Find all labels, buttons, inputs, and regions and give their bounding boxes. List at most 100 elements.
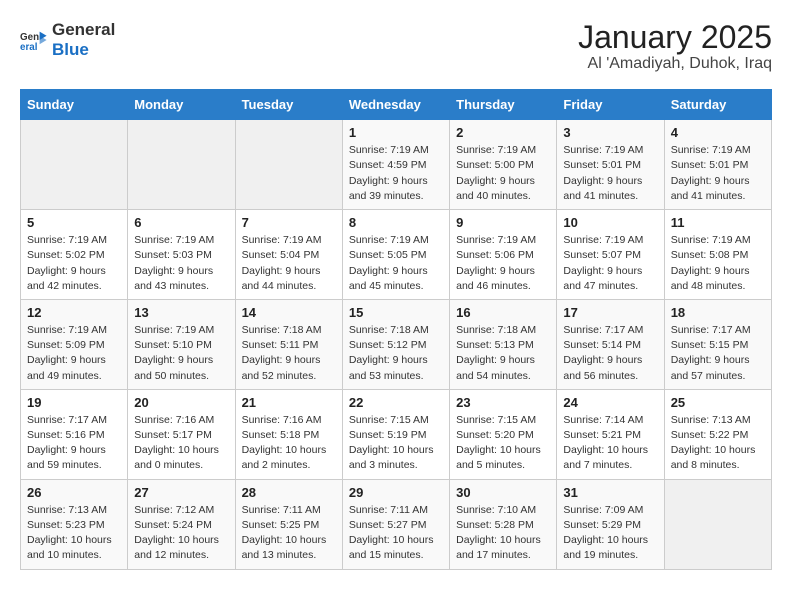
calendar-cell: 25Sunrise: 7:13 AM Sunset: 5:22 PM Dayli…	[664, 389, 771, 479]
logo-line1: General	[52, 20, 115, 40]
logo: Gen eral General Blue	[20, 20, 115, 59]
day-number: 10	[563, 215, 657, 230]
calendar-cell: 10 Sunrise: 7:19 AM Sunset: 5:07 PM Dayli…	[557, 210, 664, 300]
calendar-cell: 20 Sunrise: 7:16 AM Sunset: 5:17 PM Dayli…	[128, 389, 235, 479]
day-info: Sunrise: 7:17 AM Sunset: 5:14 PM Dayligh…	[563, 323, 657, 384]
day-number: 9	[456, 215, 550, 230]
day-number: 20	[134, 395, 228, 410]
day-info: Sunrise: 7:19 AM Sunset: 5:03 PM Dayligh…	[134, 233, 228, 294]
day-number: 24	[563, 395, 657, 410]
day-number: 1	[349, 125, 443, 140]
day-info: Sunrise: 7:19 AM Sunset: 5:01 PM Dayligh…	[563, 143, 657, 204]
calendar-cell: 21 Sunrise: 7:16 AM Sunset: 5:18 PM Dayli…	[235, 389, 342, 479]
day-info: Sunrise: 7:13 AM Sunset: 5:23 PM Dayligh…	[27, 503, 121, 564]
calendar-cell: 12 Sunrise: 7:19 AM Sunset: 5:09 PM Dayli…	[21, 299, 128, 389]
day-info: Sunrise: 7:19 AM Sunset: 5:00 PM Dayligh…	[456, 143, 550, 204]
day-info: Sunrise: 7:19 AM Sunset: 5:08 PM Dayligh…	[671, 233, 765, 294]
column-header-sunday: Sunday	[21, 90, 128, 120]
calendar-cell: 13Sunrise: 7:19 AM Sunset: 5:10 PM Dayli…	[128, 299, 235, 389]
calendar-cell: 5Sunrise: 7:19 AM Sunset: 5:02 PM Daylig…	[21, 210, 128, 300]
day-info: Sunrise: 7:19 AM Sunset: 5:05 PM Dayligh…	[349, 233, 443, 294]
calendar-table: SundayMondayTuesdayWednesdayThursdayFrid…	[20, 89, 772, 569]
day-number: 8	[349, 215, 443, 230]
calendar-cell: 3Sunrise: 7:19 AM Sunset: 5:01 PM Daylig…	[557, 120, 664, 210]
svg-text:eral: eral	[20, 41, 38, 52]
day-number: 17	[563, 305, 657, 320]
day-number: 18	[671, 305, 765, 320]
calendar-cell: 22 Sunrise: 7:15 AM Sunset: 5:19 PM Dayli…	[342, 389, 449, 479]
logo-line2: Blue	[52, 40, 115, 60]
calendar-cell: 24 Sunrise: 7:14 AM Sunset: 5:21 PM Dayli…	[557, 389, 664, 479]
day-info: Sunrise: 7:14 AM Sunset: 5:21 PM Dayligh…	[563, 413, 657, 474]
day-number: 19	[27, 395, 121, 410]
calendar-cell: 23Sunrise: 7:15 AM Sunset: 5:20 PM Dayli…	[450, 389, 557, 479]
day-info: Sunrise: 7:19 AM Sunset: 5:07 PM Dayligh…	[563, 233, 657, 294]
day-info: Sunrise: 7:19 AM Sunset: 5:01 PM Dayligh…	[671, 143, 765, 204]
day-number: 29	[349, 485, 443, 500]
day-info: Sunrise: 7:18 AM Sunset: 5:13 PM Dayligh…	[456, 323, 550, 384]
calendar-cell: 27Sunrise: 7:12 AM Sunset: 5:24 PM Dayli…	[128, 479, 235, 569]
calendar-cell: 19 Sunrise: 7:17 AM Sunset: 5:16 PM Dayli…	[21, 389, 128, 479]
calendar-cell: 14 Sunrise: 7:18 AM Sunset: 5:11 PM Dayli…	[235, 299, 342, 389]
calendar-cell: 17 Sunrise: 7:17 AM Sunset: 5:14 PM Dayli…	[557, 299, 664, 389]
day-info: Sunrise: 7:18 AM Sunset: 5:12 PM Dayligh…	[349, 323, 443, 384]
calendar-cell: 16 Sunrise: 7:18 AM Sunset: 5:13 PM Dayli…	[450, 299, 557, 389]
day-number: 21	[242, 395, 336, 410]
calendar-cell: 28Sunrise: 7:11 AM Sunset: 5:25 PM Dayli…	[235, 479, 342, 569]
day-info: Sunrise: 7:18 AM Sunset: 5:11 PM Dayligh…	[242, 323, 336, 384]
day-number: 30	[456, 485, 550, 500]
calendar-cell: 26Sunrise: 7:13 AM Sunset: 5:23 PM Dayli…	[21, 479, 128, 569]
week-row-3: 12 Sunrise: 7:19 AM Sunset: 5:09 PM Dayli…	[21, 299, 772, 389]
day-info: Sunrise: 7:12 AM Sunset: 5:24 PM Dayligh…	[134, 503, 228, 564]
day-info: Sunrise: 7:19 AM Sunset: 4:59 PM Dayligh…	[349, 143, 443, 204]
title-block: January 2025 Al 'Amadiyah, Duhok, Iraq	[578, 20, 772, 73]
day-number: 4	[671, 125, 765, 140]
page-header: Gen eral General Blue January 2025 Al 'A…	[20, 20, 772, 73]
day-number: 5	[27, 215, 121, 230]
day-info: Sunrise: 7:10 AM Sunset: 5:28 PM Dayligh…	[456, 503, 550, 564]
day-info: Sunrise: 7:19 AM Sunset: 5:09 PM Dayligh…	[27, 323, 121, 384]
week-row-2: 5Sunrise: 7:19 AM Sunset: 5:02 PM Daylig…	[21, 210, 772, 300]
day-number: 25	[671, 395, 765, 410]
day-info: Sunrise: 7:09 AM Sunset: 5:29 PM Dayligh…	[563, 503, 657, 564]
calendar-cell	[664, 479, 771, 569]
calendar-cell: 15Sunrise: 7:18 AM Sunset: 5:12 PM Dayli…	[342, 299, 449, 389]
column-header-saturday: Saturday	[664, 90, 771, 120]
column-header-friday: Friday	[557, 90, 664, 120]
day-info: Sunrise: 7:17 AM Sunset: 5:15 PM Dayligh…	[671, 323, 765, 384]
day-info: Sunrise: 7:11 AM Sunset: 5:25 PM Dayligh…	[242, 503, 336, 564]
week-row-4: 19 Sunrise: 7:17 AM Sunset: 5:16 PM Dayli…	[21, 389, 772, 479]
calendar-cell: 11Sunrise: 7:19 AM Sunset: 5:08 PM Dayli…	[664, 210, 771, 300]
calendar-cell: 9 Sunrise: 7:19 AM Sunset: 5:06 PM Daylig…	[450, 210, 557, 300]
day-number: 12	[27, 305, 121, 320]
day-info: Sunrise: 7:19 AM Sunset: 5:04 PM Dayligh…	[242, 233, 336, 294]
day-number: 22	[349, 395, 443, 410]
day-number: 7	[242, 215, 336, 230]
calendar-cell	[21, 120, 128, 210]
logo-icon: Gen eral	[20, 26, 48, 54]
calendar-cell: 31 Sunrise: 7:09 AM Sunset: 5:29 PM Dayli…	[557, 479, 664, 569]
week-row-5: 26Sunrise: 7:13 AM Sunset: 5:23 PM Dayli…	[21, 479, 772, 569]
calendar-header-row: SundayMondayTuesdayWednesdayThursdayFrid…	[21, 90, 772, 120]
calendar-cell: 6Sunrise: 7:19 AM Sunset: 5:03 PM Daylig…	[128, 210, 235, 300]
day-info: Sunrise: 7:15 AM Sunset: 5:19 PM Dayligh…	[349, 413, 443, 474]
column-header-tuesday: Tuesday	[235, 90, 342, 120]
day-info: Sunrise: 7:17 AM Sunset: 5:16 PM Dayligh…	[27, 413, 121, 474]
calendar-cell: 4 Sunrise: 7:19 AM Sunset: 5:01 PM Daylig…	[664, 120, 771, 210]
calendar-subtitle: Al 'Amadiyah, Duhok, Iraq	[578, 55, 772, 73]
day-number: 2	[456, 125, 550, 140]
day-info: Sunrise: 7:16 AM Sunset: 5:18 PM Dayligh…	[242, 413, 336, 474]
calendar-cell: 29Sunrise: 7:11 AM Sunset: 5:27 PM Dayli…	[342, 479, 449, 569]
calendar-cell: 18 Sunrise: 7:17 AM Sunset: 5:15 PM Dayli…	[664, 299, 771, 389]
calendar-cell	[128, 120, 235, 210]
day-number: 14	[242, 305, 336, 320]
day-number: 31	[563, 485, 657, 500]
column-header-monday: Monday	[128, 90, 235, 120]
day-info: Sunrise: 7:16 AM Sunset: 5:17 PM Dayligh…	[134, 413, 228, 474]
day-info: Sunrise: 7:19 AM Sunset: 5:06 PM Dayligh…	[456, 233, 550, 294]
day-info: Sunrise: 7:19 AM Sunset: 5:10 PM Dayligh…	[134, 323, 228, 384]
calendar-cell: 8 Sunrise: 7:19 AM Sunset: 5:05 PM Daylig…	[342, 210, 449, 300]
calendar-cell: 1 Sunrise: 7:19 AM Sunset: 4:59 PM Daylig…	[342, 120, 449, 210]
day-number: 16	[456, 305, 550, 320]
calendar-cell: 30 Sunrise: 7:10 AM Sunset: 5:28 PM Dayli…	[450, 479, 557, 569]
